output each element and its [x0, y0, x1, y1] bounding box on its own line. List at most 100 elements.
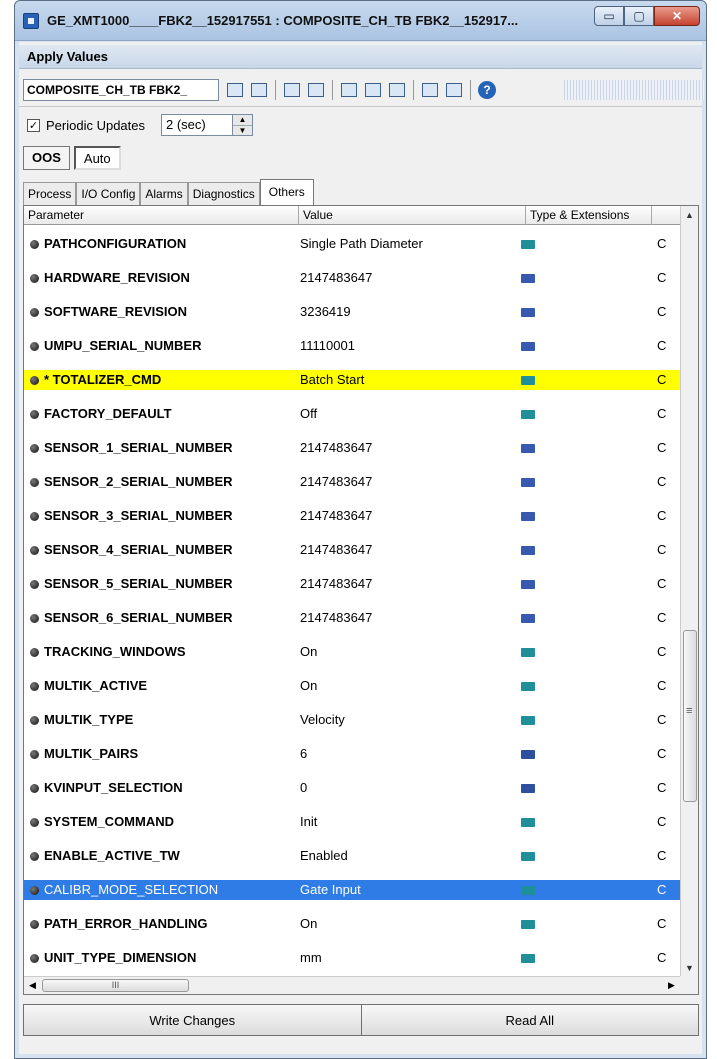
table-row[interactable]: PATH_ERROR_HANDLING On C — [24, 907, 680, 941]
parameter-value[interactable]: 2147483647 — [300, 508, 372, 523]
parameter-value[interactable]: On — [300, 678, 317, 693]
parameter-value[interactable]: 0 — [300, 780, 307, 795]
parameter-value[interactable]: 2147483647 — [300, 440, 372, 455]
vertical-scrollbar[interactable]: ▲ ▼ — [680, 206, 698, 976]
read-all-button[interactable]: Read All — [361, 1004, 699, 1036]
extension-text: C — [657, 780, 667, 795]
params-icon[interactable] — [387, 80, 407, 100]
table-row[interactable]: UMPU_SERIAL_NUMBER 11110001 C — [24, 329, 680, 363]
parameter-value[interactable]: mm — [300, 950, 322, 965]
parameter-value[interactable]: 2147483647 — [300, 576, 372, 591]
parameter-value[interactable]: Off — [300, 406, 317, 421]
periodic-updates-checkbox[interactable]: ✓ — [27, 118, 40, 132]
u8-type-icon — [521, 750, 535, 759]
parameter-value[interactable]: Single Path Diameter — [300, 236, 423, 251]
table-row[interactable]: HARDWARE_REVISION 2147483647 C — [24, 261, 680, 295]
list-view-icon[interactable] — [420, 80, 440, 100]
scroll-down-icon[interactable]: ▼ — [681, 959, 698, 976]
load-icon[interactable] — [363, 80, 383, 100]
parameter-bullet-icon — [30, 410, 39, 419]
parameter-name: SYSTEM_COMMAND — [44, 814, 175, 829]
auto-button[interactable]: Auto — [73, 146, 121, 170]
tab-diagnostics[interactable]: Diagnostics — [187, 182, 260, 206]
view-icon[interactable] — [306, 80, 326, 100]
table-row[interactable]: SENSOR_1_SERIAL_NUMBER 2147483647 C — [24, 431, 680, 465]
column-header-value[interactable]: Value — [299, 206, 526, 225]
table-row[interactable]: MULTIK_ACTIVE On C — [24, 669, 680, 703]
table-row[interactable]: SENSOR_2_SERIAL_NUMBER 2147483647 C — [24, 465, 680, 499]
parameter-name: UMPU_SERIAL_NUMBER — [44, 338, 202, 353]
u32-type-icon — [521, 614, 535, 623]
table-row[interactable]: SENSOR_6_SERIAL_NUMBER 2147483647 C — [24, 601, 680, 635]
table-row[interactable]: SOFTWARE_REVISION 3236419 C — [24, 295, 680, 329]
table-row[interactable]: CALIBR_MODE_SELECTION Gate Input C — [24, 880, 680, 900]
table-row[interactable]: * TOTALIZER_CMD Batch Start C — [24, 370, 680, 390]
parameter-value[interactable]: 6 — [300, 746, 307, 761]
close-button[interactable]: ✕ — [654, 6, 700, 26]
scroll-left-icon[interactable]: ◀ — [24, 977, 41, 994]
scroll-up-icon[interactable]: ▲ — [681, 206, 698, 223]
table-view-icon[interactable] — [444, 80, 464, 100]
vertical-scroll-thumb[interactable] — [683, 630, 697, 802]
parameter-value[interactable]: Velocity — [300, 712, 345, 727]
help-icon[interactable]: ? — [477, 80, 497, 100]
parameter-value[interactable]: On — [300, 644, 317, 659]
parameter-bullet-icon — [30, 240, 39, 249]
horizontal-scroll-thumb[interactable]: III — [42, 979, 189, 992]
table-row[interactable]: PATHCONFIGURATION Single Path Diameter C — [24, 227, 680, 261]
parameter-value[interactable]: Enabled — [300, 848, 348, 863]
edit-icon[interactable] — [225, 80, 245, 100]
horizontal-scrollbar[interactable]: ◀ III ▶ — [24, 976, 680, 994]
tab-io-config[interactable]: I/O Config — [76, 182, 141, 206]
table-row[interactable]: UNIT_TYPE_DIMENSION mm C — [24, 941, 680, 975]
parameter-value[interactable]: 2147483647 — [300, 270, 372, 285]
table-row[interactable]: SENSOR_5_SERIAL_NUMBER 2147483647 C — [24, 567, 680, 601]
parameter-bullet-icon — [30, 886, 39, 895]
tab-others[interactable]: Others — [259, 179, 314, 207]
parameter-name: KVINPUT_SELECTION — [44, 780, 183, 795]
maximize-button[interactable]: ▢ — [624, 6, 654, 26]
table-row[interactable]: MULTIK_TYPE Velocity C — [24, 703, 680, 737]
parameter-value[interactable]: Gate Input — [300, 882, 361, 897]
parameter-value[interactable]: Init — [300, 814, 317, 829]
table-row[interactable]: MULTIK_PAIRS 6 C — [24, 737, 680, 771]
column-header-parameter[interactable]: Parameter — [24, 206, 299, 225]
scroll-right-icon[interactable]: ▶ — [663, 977, 680, 994]
table-row[interactable]: FACTORY_DEFAULT Off C — [24, 397, 680, 431]
tab-alarms[interactable]: Alarms — [140, 182, 188, 206]
table-row[interactable]: SYSTEM_COMMAND Init C — [24, 805, 680, 839]
spin-up-icon[interactable]: ▲ — [233, 115, 252, 125]
parameter-value[interactable]: Batch Start — [300, 372, 364, 387]
table-row[interactable]: TRACKING_WINDOWS On C — [24, 635, 680, 669]
table-row[interactable]: SENSOR_4_SERIAL_NUMBER 2147483647 C — [24, 533, 680, 567]
u32-type-icon — [521, 546, 535, 555]
update-interval-spinner[interactable]: ▲ ▼ — [233, 114, 253, 136]
parameter-name: TRACKING_WINDOWS — [44, 644, 186, 659]
table-row[interactable]: ENABLE_ACTIVE_TW Enabled C — [24, 839, 680, 873]
spin-down-icon[interactable]: ▼ — [233, 125, 252, 136]
compare-icon[interactable] — [282, 80, 302, 100]
tab-process[interactable]: Process — [23, 182, 77, 206]
menu-apply-values[interactable]: Apply Values — [27, 49, 108, 64]
parameter-value[interactable]: 2147483647 — [300, 542, 372, 557]
extension-text: C — [657, 474, 667, 489]
update-interval-input[interactable]: 2 (sec) — [161, 114, 233, 136]
table-row[interactable]: SENSOR_3_SERIAL_NUMBER 2147483647 C — [24, 499, 680, 533]
parameter-value[interactable]: 3236419 — [300, 304, 351, 319]
oos-button[interactable]: OOS — [23, 146, 70, 170]
parameter-value[interactable]: On — [300, 916, 317, 931]
column-header-type[interactable]: Type & Extensions — [526, 206, 652, 225]
edit-all-icon[interactable] — [249, 80, 269, 100]
block-name-field[interactable]: COMPOSITE_CH_TB FBK2_ — [23, 79, 219, 101]
save-icon[interactable] — [339, 80, 359, 100]
parameter-value[interactable]: 2147483647 — [300, 610, 372, 625]
write-changes-button[interactable]: Write Changes — [23, 1004, 362, 1036]
parameter-value[interactable]: 11110001 — [300, 338, 355, 353]
title-bar[interactable]: GE_XMT1000____FBK2__152917551 : COMPOSIT… — [15, 1, 706, 41]
table-row[interactable]: KVINPUT_SELECTION 0 C — [24, 771, 680, 805]
minimize-button[interactable]: ▭ — [594, 6, 624, 26]
enum-type-icon — [521, 716, 535, 725]
parameter-value[interactable]: 2147483647 — [300, 474, 372, 489]
parameter-bullet-icon — [30, 682, 39, 691]
enum-type-icon — [521, 954, 535, 963]
